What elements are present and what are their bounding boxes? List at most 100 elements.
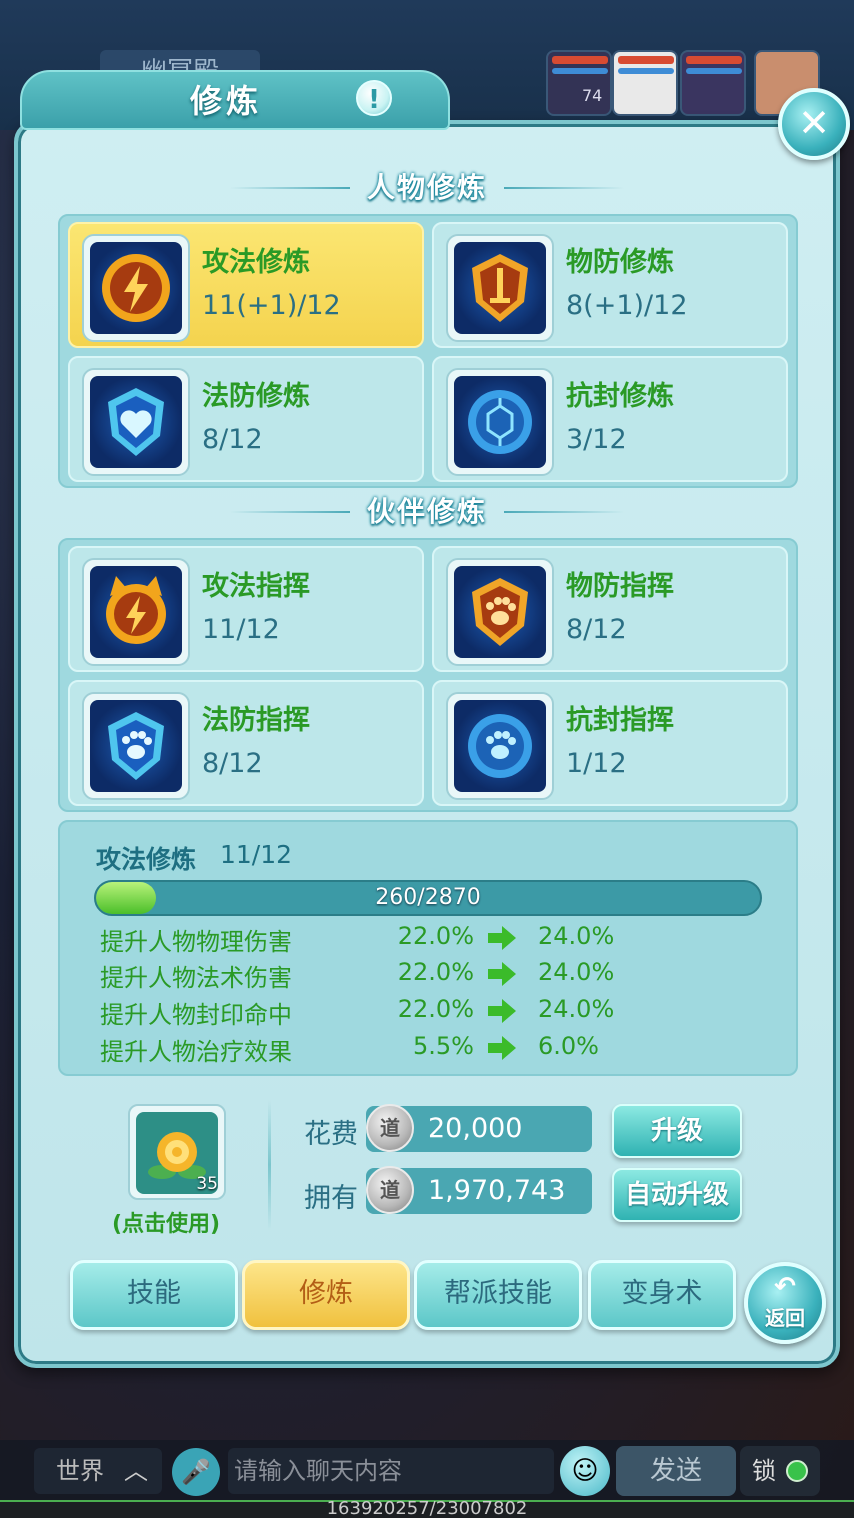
- lightning-cat-icon: [90, 566, 182, 658]
- stat-next: 6.0%: [538, 1032, 599, 1060]
- card-icon-frame: [446, 692, 554, 800]
- send-button[interactable]: 发送: [616, 1446, 736, 1496]
- tab-skills[interactable]: 技能: [70, 1260, 238, 1330]
- lightning-sun-icon: [90, 242, 182, 334]
- progress-text: 260/2870: [375, 885, 481, 910]
- own-value: 1,970,743: [428, 1175, 566, 1206]
- card-physical-defense-cultivation[interactable]: 物防修炼 8(+1)/12: [432, 222, 788, 348]
- tab-cultivation[interactable]: 修炼: [242, 1260, 410, 1330]
- paw-shield-blue-icon: [90, 700, 182, 792]
- card-seal-resist-command[interactable]: 抗封指挥 1/12: [432, 680, 788, 806]
- stat-label: 提升人物治疗效果: [100, 1038, 292, 1066]
- chat-channel-select[interactable]: 世界 ︿: [34, 1448, 162, 1494]
- partner-cultivation-grid: 攻法指挥 11/12 物防指挥 8/12 法防指挥 8/12 抗封指挥 1/12: [58, 538, 798, 812]
- arrow-right-icon: [488, 962, 516, 986]
- arrow-right-icon: [488, 999, 516, 1023]
- team-member-avatar[interactable]: [680, 50, 746, 116]
- paw-shield-gold-icon: [454, 566, 546, 658]
- team-member-level: 74: [582, 86, 603, 105]
- card-name: 物防指挥: [566, 571, 674, 602]
- heart-shield-icon: [90, 376, 182, 468]
- panel-title: 修炼: [190, 82, 263, 120]
- stat-row: 提升人物物理伤害 22.0% 24.0%: [100, 922, 760, 958]
- chat-input[interactable]: [228, 1448, 554, 1494]
- emoji-icon[interactable]: ☺: [560, 1446, 610, 1496]
- card-magic-defense-cultivation[interactable]: 法防修炼 8/12: [68, 356, 424, 482]
- partner-section-header: 伙伴修炼: [230, 490, 624, 534]
- card-seal-resist-cultivation[interactable]: 抗封修炼 3/12: [432, 356, 788, 482]
- cultivation-item-slot[interactable]: 35: [128, 1104, 226, 1200]
- card-name: 抗封修炼: [566, 381, 674, 412]
- lock-toggle[interactable]: 锁: [740, 1446, 820, 1496]
- chevron-up-icon: ︿: [124, 1457, 148, 1485]
- stat-label: 提升人物物理伤害: [100, 928, 292, 956]
- back-arrow-icon: ↶: [774, 1272, 796, 1302]
- partner-section-title: 伙伴修炼: [366, 495, 487, 528]
- card-level: 11/12: [202, 614, 280, 645]
- stat-current: 22.0%: [397, 922, 474, 950]
- card-physical-defense-command[interactable]: 物防指挥 8/12: [432, 546, 788, 672]
- tab-guild-skills[interactable]: 帮派技能: [414, 1260, 582, 1330]
- tab-transformation[interactable]: 变身术: [588, 1260, 736, 1330]
- cultivation-detail: 攻法修炼 11/12 260/2870 提升人物物理伤害 22.0% 24.0%…: [58, 820, 798, 1076]
- card-icon-frame: [82, 692, 190, 800]
- silver-coin-icon: 道: [366, 1166, 414, 1214]
- stat-current: 22.0%: [397, 995, 474, 1023]
- card-level: 8/12: [202, 424, 263, 455]
- card-level: 8/12: [202, 748, 263, 779]
- card-level: 8/12: [566, 614, 627, 645]
- stat-current: 5.5%: [413, 1032, 474, 1060]
- stat-row: 提升人物法术伤害 22.0% 24.0%: [100, 958, 760, 994]
- card-attack-magic-command[interactable]: 攻法指挥 11/12: [68, 546, 424, 672]
- card-level: 11(+1)/12: [202, 290, 341, 321]
- back-button[interactable]: ↶ 返回: [744, 1262, 826, 1344]
- card-icon-frame: [82, 558, 190, 666]
- silver-coin-icon: 道: [366, 1104, 414, 1152]
- toggle-indicator: [786, 1460, 808, 1482]
- stat-next: 24.0%: [538, 922, 615, 950]
- paw-swirl-icon: [454, 700, 546, 792]
- card-name: 攻法指挥: [202, 571, 310, 602]
- spend-label: 花费: [304, 1119, 358, 1150]
- card-name: 抗封指挥: [566, 705, 674, 736]
- stat-label: 提升人物封印命中: [100, 1001, 292, 1029]
- character-cultivation-grid: 攻法修炼 11(+1)/12 物防修炼 8(+1)/12 法防修炼 8/12 抗…: [58, 214, 798, 488]
- spend-value: 20,000: [428, 1113, 523, 1144]
- card-level: 1/12: [566, 748, 627, 779]
- auto-upgrade-button[interactable]: 自动升级: [612, 1168, 742, 1222]
- stat-next: 24.0%: [538, 995, 615, 1023]
- experience-text: 163920257/23007802: [326, 1498, 528, 1518]
- lock-label: 锁: [752, 1457, 776, 1485]
- stat-row: 提升人物治疗效果 5.5% 6.0%: [100, 1032, 760, 1068]
- own-value-bar: 道 1,970,743: [366, 1166, 592, 1214]
- stat-current: 22.0%: [397, 958, 474, 986]
- microphone-icon[interactable]: 🎤: [172, 1448, 220, 1496]
- card-name: 法防修炼: [202, 381, 310, 412]
- experience-progress-bar: 260/2870: [94, 880, 762, 916]
- card-icon-frame: [446, 368, 554, 476]
- turtle-shell-icon: [454, 376, 546, 468]
- card-name: 法防指挥: [202, 705, 310, 736]
- team-member-avatar[interactable]: [612, 50, 678, 116]
- spend-value-bar: 道 20,000: [366, 1104, 592, 1152]
- own-label: 拥有: [304, 1183, 358, 1214]
- stat-next: 24.0%: [538, 958, 615, 986]
- divider: [268, 1100, 271, 1230]
- card-icon-frame: [82, 368, 190, 476]
- stat-label: 提升人物法术伤害: [100, 964, 292, 992]
- chat-channel-label: 世界: [56, 1457, 104, 1485]
- card-icon-frame: [446, 234, 554, 342]
- character-section-title: 人物修炼: [366, 171, 487, 204]
- card-attack-magic-cultivation[interactable]: 攻法修炼 11(+1)/12: [68, 222, 424, 348]
- use-item-hint[interactable]: (点击使用): [112, 1206, 220, 1238]
- back-label: 返回: [765, 1306, 805, 1330]
- info-button[interactable]: !: [356, 80, 392, 116]
- team-member-avatar[interactable]: [546, 50, 612, 116]
- character-section-header: 人物修炼: [230, 166, 624, 210]
- close-button[interactable]: ✕: [778, 88, 850, 160]
- arrow-right-icon: [488, 1036, 516, 1060]
- stat-row: 提升人物封印命中 22.0% 24.0%: [100, 995, 760, 1031]
- card-name: 物防修炼: [566, 247, 674, 278]
- card-magic-defense-command[interactable]: 法防指挥 8/12: [68, 680, 424, 806]
- upgrade-button[interactable]: 升级: [612, 1104, 742, 1158]
